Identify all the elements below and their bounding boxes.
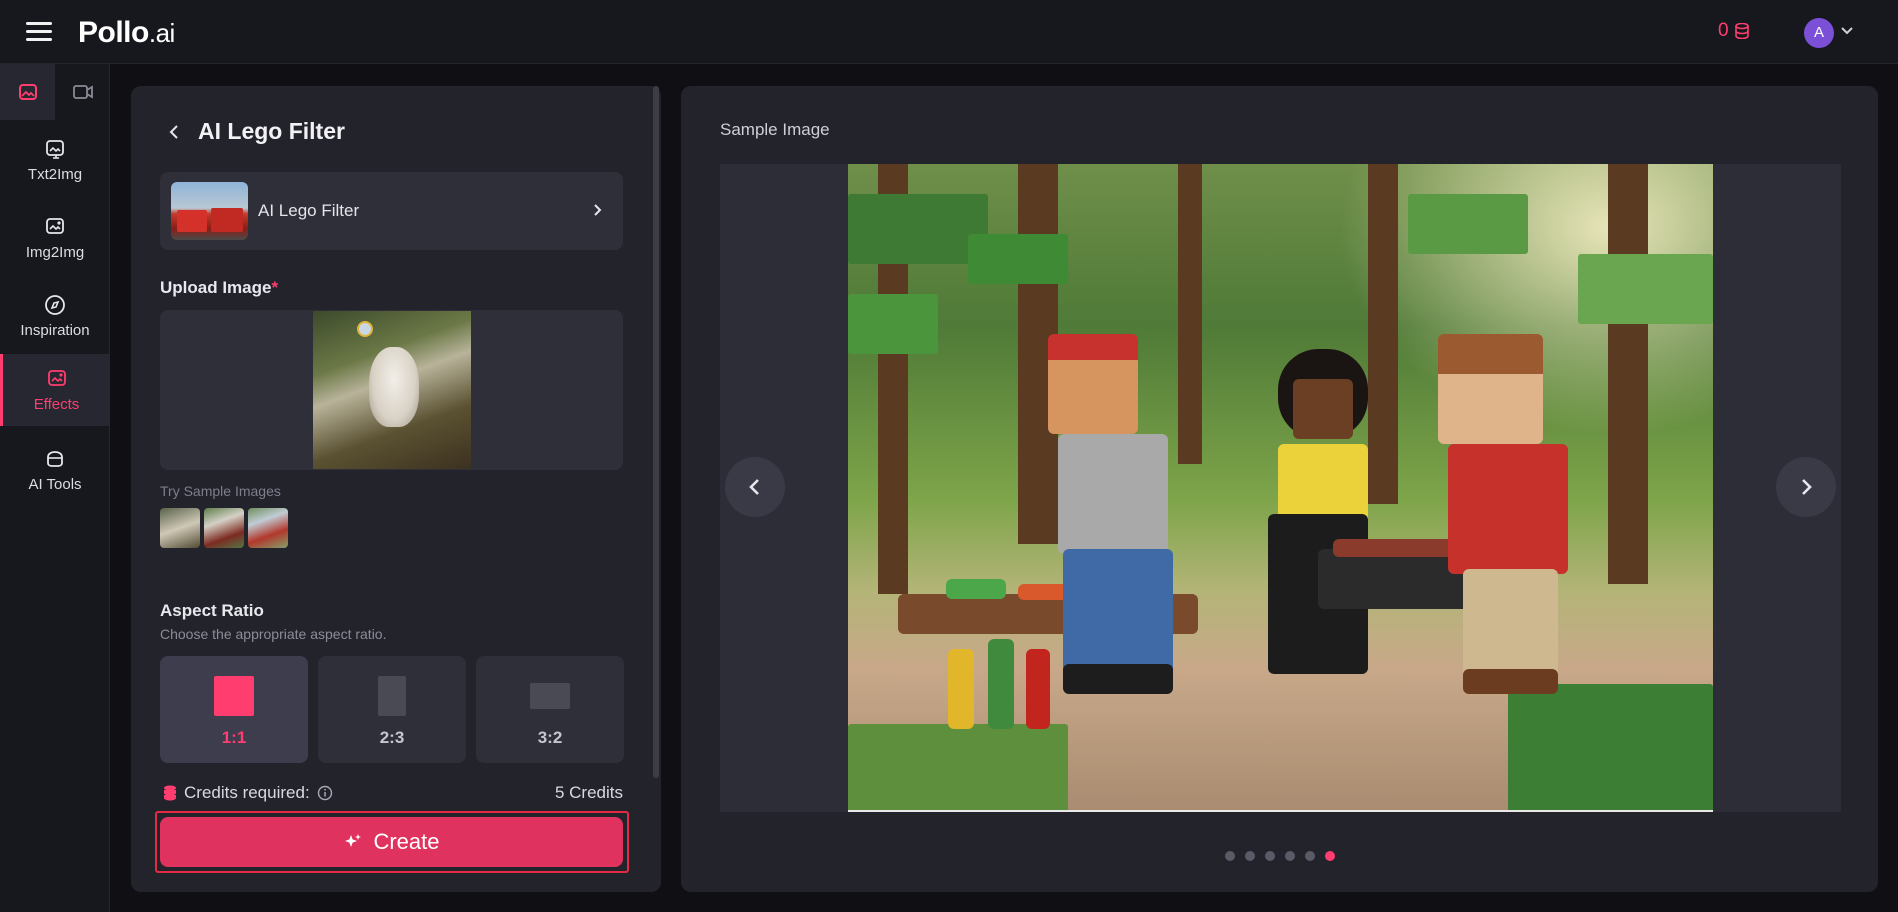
page-title: AI Lego Filter <box>198 118 345 144</box>
sidebar-item-txt2img[interactable]: Txt2Img <box>0 124 110 196</box>
ratio-option-1-1[interactable]: 1:1 <box>160 656 308 763</box>
sample-image <box>848 164 1713 812</box>
info-icon[interactable] <box>317 785 333 801</box>
carousel-dot[interactable] <box>1225 851 1235 861</box>
logo-main: Pollo <box>78 16 149 49</box>
top-bar: Pollo.ai 0 A <box>0 0 1898 64</box>
credits-required-row: Credits required: 5 Credits <box>163 783 623 805</box>
text-to-image-icon <box>46 139 64 159</box>
ratio-option-3-2[interactable]: 3:2 <box>476 656 624 763</box>
sidebar-item-label: Inspiration <box>20 321 90 339</box>
panel-scrollbar[interactable] <box>653 86 659 778</box>
compass-icon <box>45 294 65 315</box>
ratio-label: 2:3 <box>379 728 405 747</box>
carousel-next-button[interactable] <box>1776 457 1836 517</box>
aspect-ratio-options: 1:1 2:3 3:2 <box>160 656 624 763</box>
sample-image-title: Sample Image <box>720 120 830 139</box>
carousel-dot[interactable] <box>1285 851 1295 861</box>
back-button[interactable] <box>168 123 180 141</box>
ratio-label: 1:1 <box>221 728 247 747</box>
effect-name: AI Lego Filter <box>258 201 360 220</box>
menu-icon[interactable] <box>26 22 52 42</box>
image-to-image-icon <box>46 217 64 234</box>
carousel-dot[interactable] <box>1265 851 1275 861</box>
carousel-pagination <box>1225 851 1335 861</box>
ai-tools-icon <box>47 450 63 467</box>
try-samples-label: Try Sample Images <box>160 483 281 499</box>
panel-header: AI Lego Filter <box>168 118 345 145</box>
image-icon <box>18 84 37 100</box>
video-mode-button[interactable] <box>55 64 110 120</box>
upload-label: Upload Image* <box>160 278 279 297</box>
portrait-ratio-icon <box>378 676 406 716</box>
square-ratio-icon <box>214 676 254 716</box>
avatar[interactable]: A <box>1804 18 1834 48</box>
sidebar-item-effects[interactable]: Effects <box>0 354 110 426</box>
sample-image-1[interactable] <box>160 508 200 548</box>
carousel-dot[interactable] <box>1325 851 1335 861</box>
carousel-prev-button[interactable] <box>725 457 785 517</box>
sidebar: Txt2Img Img2Img Inspiration Effects AI T… <box>0 64 110 912</box>
effect-thumbnail <box>171 182 248 240</box>
credits-required-label-group: Credits required: <box>163 783 333 803</box>
chevron-right-icon <box>594 204 602 216</box>
aspect-ratio-hint: Choose the appropriate aspect ratio. <box>160 626 387 642</box>
carousel-dot[interactable] <box>1245 851 1255 861</box>
image-mode-button[interactable] <box>0 64 55 120</box>
ratio-label: 3:2 <box>537 728 563 747</box>
credits-balance[interactable]: 0 <box>1718 20 1749 42</box>
sidebar-item-label: AI Tools <box>28 475 82 493</box>
sidebar-item-img2img[interactable]: Img2Img <box>0 202 110 274</box>
sidebar-item-ai-tools[interactable]: AI Tools <box>0 434 110 506</box>
effects-icon <box>47 369 66 386</box>
mode-toggle <box>0 64 110 120</box>
video-camera-icon <box>72 85 93 99</box>
sparkle-icon <box>345 834 362 847</box>
coin-stack-icon <box>164 785 176 801</box>
chevron-right-icon <box>1802 479 1812 495</box>
chevron-down-icon[interactable] <box>1840 24 1854 38</box>
ratio-option-2-3[interactable]: 2:3 <box>318 656 466 763</box>
sample-image-3[interactable] <box>248 508 288 548</box>
uploaded-image-preview <box>313 311 471 469</box>
credits-required-value: 5 Credits <box>554 783 623 802</box>
credits-required-label: Credits required: <box>184 783 310 802</box>
sample-images <box>160 508 288 548</box>
upload-dropzone[interactable] <box>160 310 623 470</box>
required-mark: * <box>271 278 279 297</box>
landscape-ratio-icon <box>530 683 570 709</box>
chevron-left-icon <box>169 124 178 139</box>
sidebar-item-label: Effects <box>33 395 80 413</box>
sidebar-item-inspiration[interactable]: Inspiration <box>0 280 110 352</box>
effect-selector[interactable]: AI Lego Filter <box>160 172 623 250</box>
carousel-dot[interactable] <box>1305 851 1315 861</box>
create-button[interactable]: Create <box>160 817 623 867</box>
logo-suffix: .ai <box>148 18 175 48</box>
coin-stack-icon <box>1734 23 1749 39</box>
chevron-left-icon <box>749 479 759 495</box>
create-button-label: Create <box>373 829 440 854</box>
aspect-ratio-title: Aspect Ratio <box>160 601 264 620</box>
credits-count: 0 <box>1718 20 1729 41</box>
sample-image-2[interactable] <box>204 508 244 548</box>
logo[interactable]: Pollo.ai <box>78 16 175 50</box>
sidebar-item-label: Txt2Img <box>27 165 83 183</box>
sidebar-item-label: Img2Img <box>25 243 85 261</box>
